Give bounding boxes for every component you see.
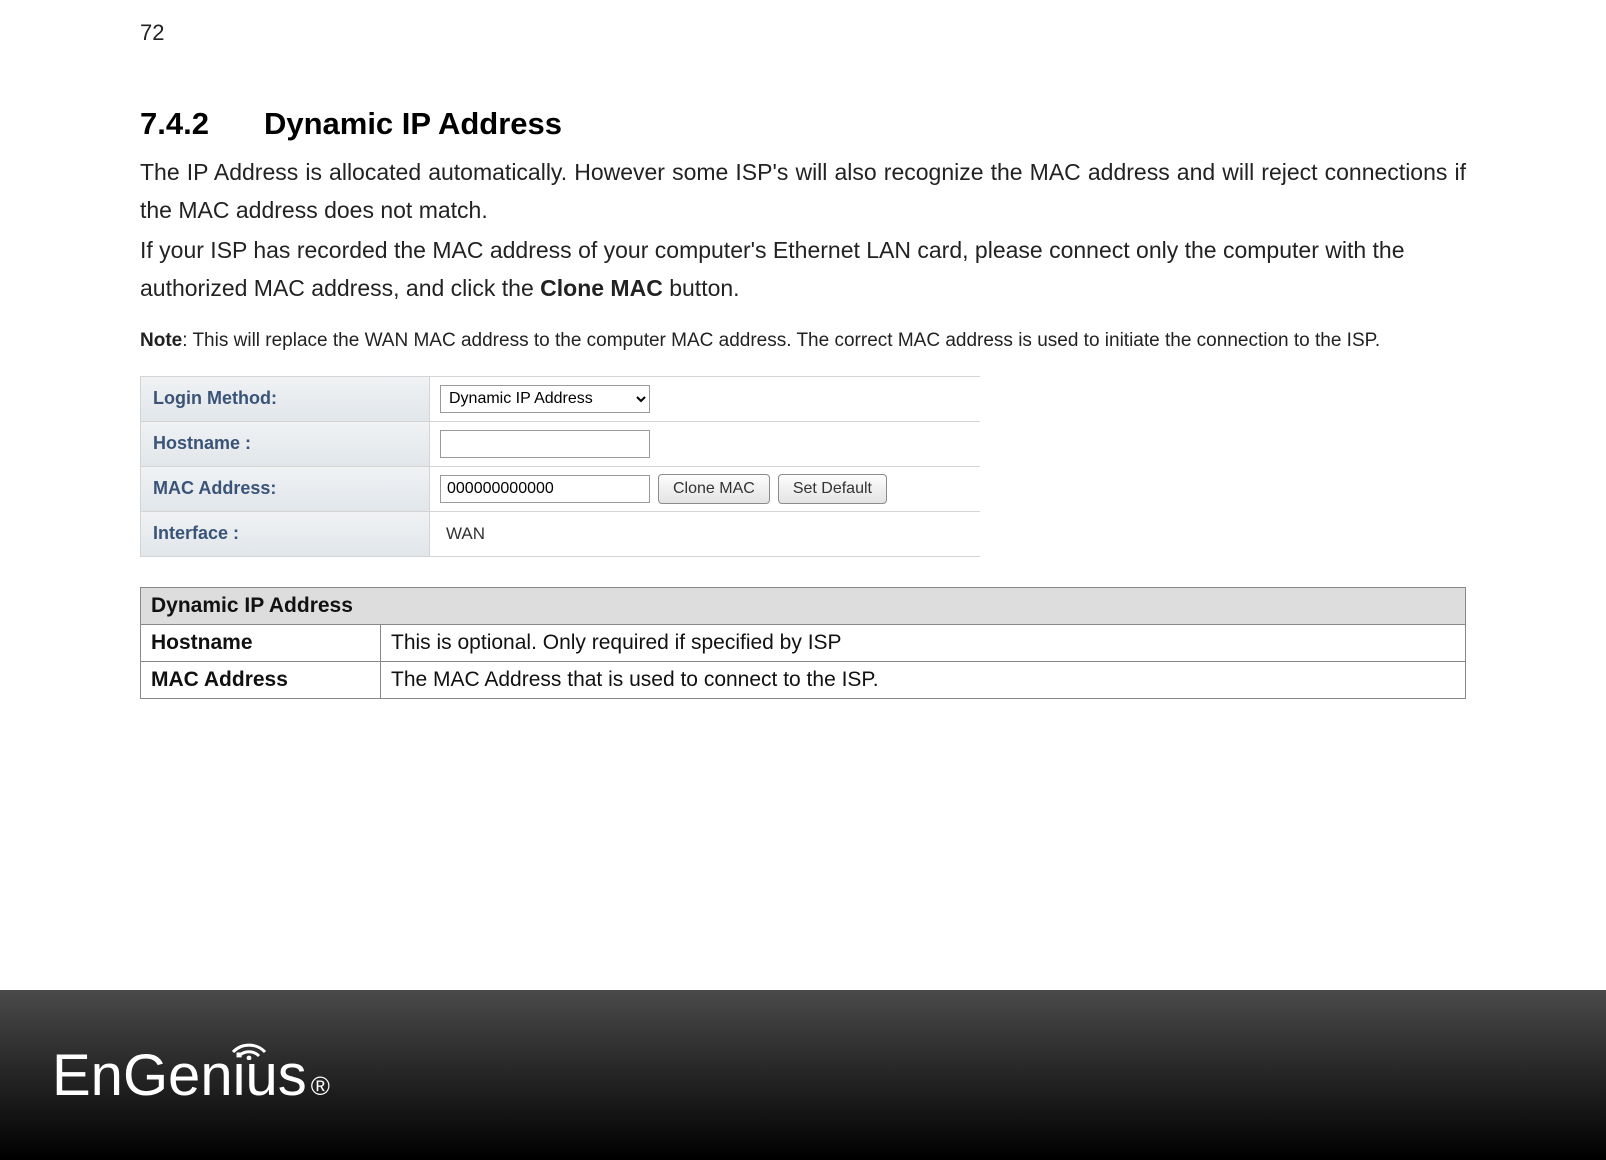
row-login-method: Login Method: Dynamic IP Address bbox=[140, 376, 980, 421]
table-row: MAC Address The MAC Address that is used… bbox=[141, 661, 1466, 698]
wifi-icon bbox=[227, 1030, 271, 1060]
label-login-method: Login Method: bbox=[140, 377, 430, 421]
mac-address-input[interactable] bbox=[440, 475, 650, 503]
paragraph-1: The IP Address is allocated automaticall… bbox=[140, 154, 1466, 230]
row-interface: Interface : WAN bbox=[140, 511, 980, 557]
set-default-button[interactable]: Set Default bbox=[778, 474, 887, 504]
table-row-desc: The MAC Address that is used to connect … bbox=[381, 661, 1466, 698]
clone-mac-bold: Clone MAC bbox=[540, 275, 663, 301]
footer: EnGenius ® bbox=[0, 990, 1606, 1160]
paragraph-2b: button. bbox=[663, 275, 740, 301]
login-method-select[interactable]: Dynamic IP Address bbox=[440, 385, 650, 413]
description-table: Dynamic IP Address Hostname This is opti… bbox=[140, 587, 1466, 699]
note-line: Note: This will replace the WAN MAC addr… bbox=[140, 330, 1466, 352]
paragraph-2: If your ISP has recorded the MAC address… bbox=[140, 232, 1466, 308]
config-form: Login Method: Dynamic IP Address Hostnam… bbox=[140, 376, 980, 557]
table-row-desc: This is optional. Only required if speci… bbox=[381, 624, 1466, 661]
registered-icon: ® bbox=[311, 1071, 330, 1102]
section-title: Dynamic IP Address bbox=[264, 106, 562, 141]
interface-value: WAN bbox=[440, 524, 485, 544]
brand-logo: EnGenius ® bbox=[52, 1042, 330, 1109]
row-mac-address: MAC Address: Clone MAC Set Default bbox=[140, 466, 980, 511]
table-row-label: MAC Address bbox=[141, 661, 381, 698]
table-header-row: Dynamic IP Address bbox=[141, 587, 1466, 624]
note-text: : This will replace the WAN MAC address … bbox=[182, 330, 1380, 351]
label-hostname: Hostname : bbox=[140, 422, 430, 466]
page-number: 72 bbox=[140, 20, 1466, 46]
section-number: 7.4.2 bbox=[140, 106, 209, 142]
section-heading: 7.4.2 Dynamic IP Address bbox=[140, 106, 1466, 142]
table-row-label: Hostname bbox=[141, 624, 381, 661]
table-header-cell: Dynamic IP Address bbox=[141, 587, 1466, 624]
hostname-input[interactable] bbox=[440, 430, 650, 458]
clone-mac-button[interactable]: Clone MAC bbox=[658, 474, 770, 504]
row-hostname: Hostname : bbox=[140, 421, 980, 466]
table-row: Hostname This is optional. Only required… bbox=[141, 624, 1466, 661]
note-label: Note bbox=[140, 330, 182, 351]
paragraph-2a: If your ISP has recorded the MAC address… bbox=[140, 237, 1405, 301]
label-interface: Interface : bbox=[140, 512, 430, 556]
label-mac-address: MAC Address: bbox=[140, 467, 430, 511]
